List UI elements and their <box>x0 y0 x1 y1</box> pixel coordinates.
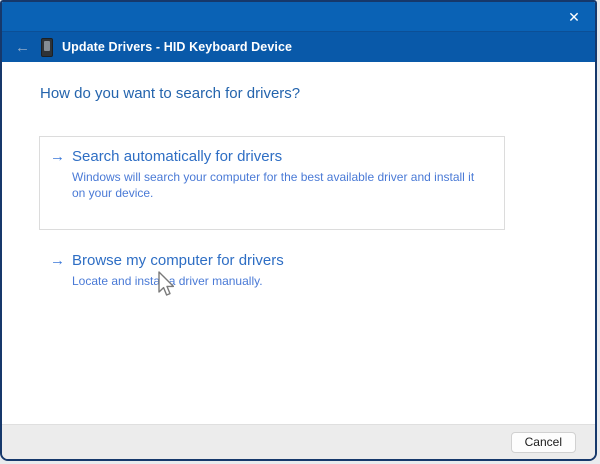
option-browse-computer[interactable]: → Browse my computer for drivers Locate … <box>39 252 595 290</box>
page-heading: How do you want to search for drivers? <box>40 85 595 102</box>
cancel-button[interactable]: Cancel <box>511 432 576 453</box>
wizard-header: ← Update Drivers - HID Keyboard Device <box>2 31 595 62</box>
dialog-body: How do you want to search for drivers? →… <box>2 62 595 424</box>
option-search-automatically[interactable]: → Search automatically for drivers Windo… <box>39 136 505 230</box>
option-title[interactable]: Search automatically for drivers <box>72 148 490 166</box>
close-button[interactable]: ✕ <box>553 2 595 31</box>
hid-device-icon-screen <box>44 41 50 51</box>
option-title[interactable]: Browse my computer for drivers <box>72 252 284 270</box>
dialog-title: Update Drivers - HID Keyboard Device <box>62 40 292 54</box>
option-description: Locate and install a driver manually. <box>72 274 284 290</box>
arrow-right-icon: → <box>50 148 65 166</box>
hid-device-icon <box>41 38 53 57</box>
update-drivers-dialog: ✕ ← Update Drivers - HID Keyboard Device… <box>0 0 597 461</box>
arrow-right-icon: → <box>50 252 65 270</box>
back-button[interactable]: ← <box>15 40 35 55</box>
option-description: Windows will search your computer for th… <box>72 170 490 202</box>
back-arrow-icon: ← <box>15 39 30 56</box>
screen: ✕ ← Update Drivers - HID Keyboard Device… <box>0 0 600 464</box>
title-bar: ✕ <box>2 2 595 31</box>
close-icon: ✕ <box>568 10 580 24</box>
dialog-footer: Cancel <box>2 424 595 459</box>
